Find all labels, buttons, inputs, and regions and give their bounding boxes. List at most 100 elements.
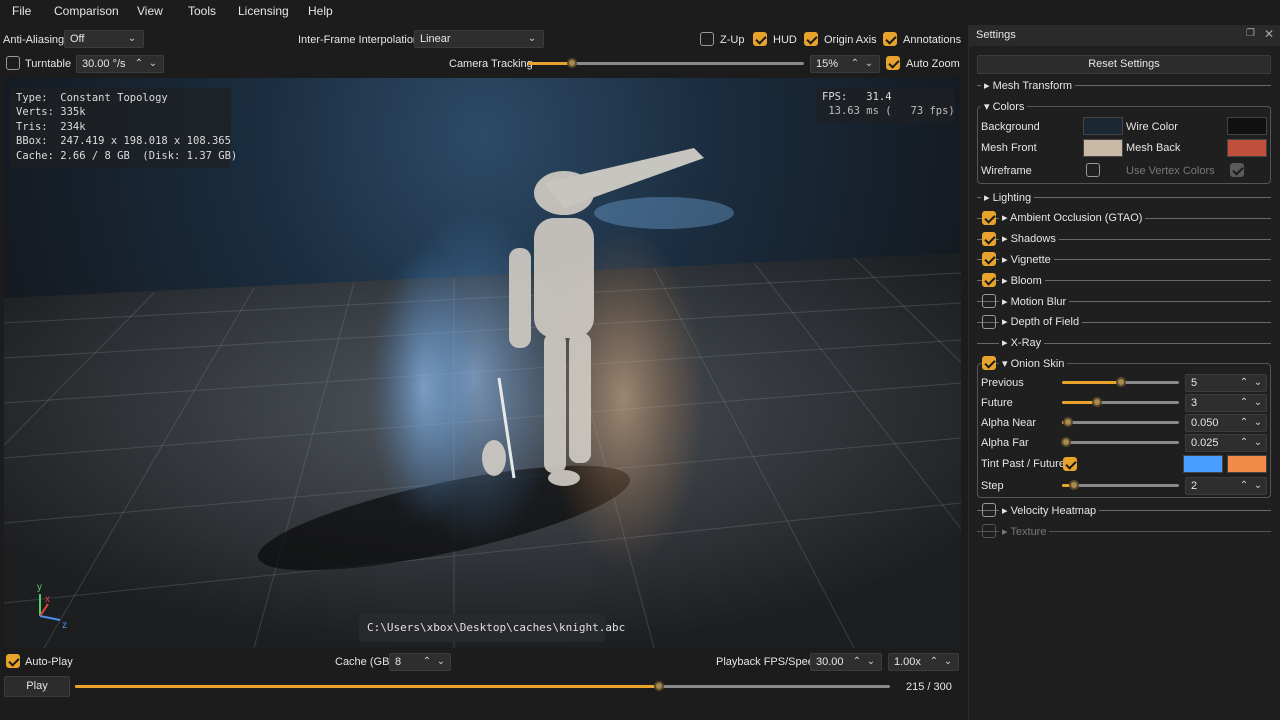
alpha-far-spinner[interactable]: 0.025 ⌃ ⌄ [1185,434,1267,452]
menu-file[interactable]: File [12,4,31,18]
hud-checkbox[interactable] [753,32,767,46]
float-icon[interactable]: ❐ [1246,28,1255,39]
alpha-far-slider-handle[interactable] [1060,437,1071,447]
colors-header[interactable]: ▾ Colors [981,100,1028,113]
playback-fps-spinner[interactable]: 30.00 ⌃ ⌄ [810,653,882,671]
tint-checkbox[interactable] [1063,457,1077,471]
chevron-down-icon[interactable]: ⌄ [1253,378,1263,388]
menu-comparison[interactable]: Comparison [54,4,119,18]
camera-tracking-slider[interactable] [528,58,804,68]
menu-view[interactable]: View [137,4,163,18]
chevron-up-icon[interactable]: ⌃ [1239,481,1249,491]
turntable-checkbox[interactable] [6,56,20,70]
3d-viewport[interactable]: Type: Constant Topology Verts: 335k Tris… [4,78,961,648]
bloom-checkbox[interactable] [982,273,996,287]
chevron-up-icon[interactable]: ⌃ [852,657,862,667]
chevron-down-icon[interactable]: ⌄ [943,657,953,667]
auto-zoom-checkbox[interactable] [886,56,900,70]
previous-slider[interactable] [1062,377,1179,387]
vignette-header[interactable]: ▸ Vignette [999,253,1054,266]
chevron-up-icon[interactable]: ⌃ [1239,438,1249,448]
camera-tracking-spinner[interactable]: 15% ⌃ ⌄ [810,55,880,73]
alpha-near-slider[interactable] [1062,417,1179,427]
timeline-handle[interactable] [654,681,665,691]
ao-header[interactable]: ▸ Ambient Occlusion (GTAO) [999,211,1146,224]
cache-spinner[interactable]: 8 ⌃ ⌄ [389,653,451,671]
velocity-heatmap-checkbox[interactable] [982,503,996,517]
vignette-checkbox[interactable] [982,252,996,266]
lighting-header[interactable]: ▸ Lighting [981,191,1035,204]
previous-spinner[interactable]: 5 ⌃ ⌄ [1185,374,1267,392]
timeline-slider[interactable] [75,681,890,691]
chevron-down-icon[interactable]: ⌄ [866,657,876,667]
velocity-heatmap-label: Velocity Heatmap [1010,505,1097,517]
camera-tracking-handle[interactable] [567,58,578,68]
velocity-heatmap-header[interactable]: ▸ Velocity Heatmap [999,504,1100,517]
mesh-front-label: Mesh Front [981,142,1037,154]
axis-x-label: x [45,594,50,605]
frame-counter: 215 / 300 [906,681,952,693]
reset-settings-button[interactable]: Reset Settings [977,55,1271,74]
motion-blur-checkbox[interactable] [982,294,996,308]
chevron-up-icon[interactable]: ⌃ [134,59,144,69]
chevron-up-icon[interactable]: ⌃ [929,657,939,667]
menu-tools[interactable]: Tools [188,4,216,18]
texture-header[interactable]: ▸ Texture [999,525,1050,538]
chevron-down-icon[interactable]: ⌄ [1253,398,1263,408]
z-up-checkbox[interactable] [700,32,714,46]
step-slider-handle[interactable] [1068,480,1079,490]
chevron-up-icon[interactable]: ⌃ [422,657,432,667]
turntable-speed-spinner[interactable]: 30.00 °/s ⌃ ⌄ [76,55,164,73]
mesh-back-swatch[interactable] [1227,139,1267,157]
chevron-up-icon[interactable]: ⌃ [1239,418,1249,428]
menu-bar: File Comparison View Tools Licensing Hel… [0,0,1280,22]
use-vertex-colors-checkbox[interactable] [1230,163,1244,177]
chevron-down-icon[interactable]: ⌄ [148,59,158,69]
bloom-header[interactable]: ▸ Bloom [999,274,1045,287]
wireframe-checkbox[interactable] [1086,163,1100,177]
alpha-near-slider-handle[interactable] [1062,417,1073,427]
alpha-far-slider[interactable] [1060,437,1179,447]
annotations-checkbox[interactable] [883,32,897,46]
playback-speed-spinner[interactable]: 1.00x ⌃ ⌄ [888,653,959,671]
chevron-up-icon[interactable]: ⌃ [1239,378,1249,388]
step-spinner[interactable]: 2 ⌃ ⌄ [1185,477,1267,495]
mesh-front-swatch[interactable] [1083,139,1123,157]
texture-checkbox[interactable] [982,524,996,538]
close-icon[interactable]: ✕ [1264,27,1274,41]
menu-licensing[interactable]: Licensing [238,4,289,18]
wire-color-swatch[interactable] [1227,117,1267,135]
origin-axis-checkbox[interactable] [804,32,818,46]
motion-blur-header[interactable]: ▸ Motion Blur [999,295,1070,308]
anti-aliasing-dropdown[interactable]: Off ⌄ [64,30,144,48]
step-slider[interactable] [1062,480,1179,490]
previous-slider-handle[interactable] [1115,377,1126,387]
tint-past-swatch[interactable] [1183,455,1223,473]
chevron-down-icon[interactable]: ⌄ [1253,481,1263,491]
ao-checkbox[interactable] [982,211,996,225]
future-slider[interactable] [1062,397,1179,407]
chevron-down-icon: ⌄ [527,33,537,44]
chevron-down-icon[interactable]: ⌄ [864,59,874,69]
shadows-header[interactable]: ▸ Shadows [999,232,1059,245]
future-spinner[interactable]: 3 ⌃ ⌄ [1185,394,1267,412]
mesh-transform-header[interactable]: ▸ Mesh Transform [981,79,1076,92]
menu-help[interactable]: Help [308,4,333,18]
dof-checkbox[interactable] [982,315,996,329]
chevron-up-icon[interactable]: ⌃ [850,59,860,69]
dof-header[interactable]: ▸ Depth of Field [999,315,1083,328]
play-button[interactable]: Play [4,676,70,697]
background-color-swatch[interactable] [1083,117,1123,135]
chevron-down-icon[interactable]: ⌄ [1253,418,1263,428]
shadows-checkbox[interactable] [982,232,996,246]
onion-skin-header[interactable]: ▾ Onion Skin [999,357,1068,370]
chevron-up-icon[interactable]: ⌃ [1239,398,1249,408]
alpha-near-spinner[interactable]: 0.050 ⌃ ⌄ [1185,414,1267,432]
auto-play-checkbox[interactable] [6,654,20,668]
interpolation-dropdown[interactable]: Linear ⌄ [414,30,544,48]
chevron-down-icon[interactable]: ⌄ [1253,438,1263,448]
xray-header[interactable]: ▸ X-Ray [999,336,1045,349]
tint-future-swatch[interactable] [1227,455,1267,473]
chevron-down-icon[interactable]: ⌄ [436,657,446,667]
onion-skin-checkbox[interactable] [982,356,996,370]
